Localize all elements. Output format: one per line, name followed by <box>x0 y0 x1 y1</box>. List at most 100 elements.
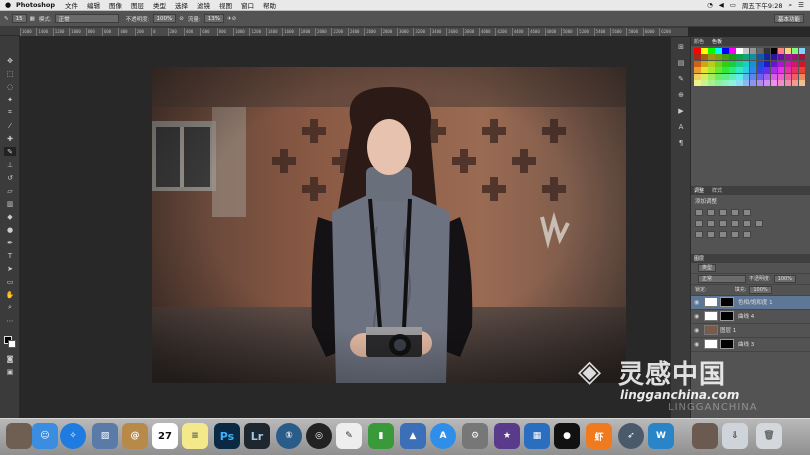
tab-layers[interactable]: 图层 <box>694 255 704 262</box>
safari-icon[interactable]: ✧ <box>60 423 86 449</box>
color-swatch[interactable] <box>791 73 799 80</box>
color-swatch[interactable] <box>791 79 799 86</box>
dvd-icon[interactable]: ◎ <box>306 423 332 449</box>
blend-mode-select[interactable]: 正常 <box>698 274 746 283</box>
menu-view[interactable]: 视图 <box>219 0 232 10</box>
layer-mask-thumb[interactable] <box>720 311 734 322</box>
color-swatch[interactable] <box>735 54 743 61</box>
apple-icon[interactable]: ● <box>0 1 16 9</box>
pressure-opacity-icon[interactable]: ⊘ <box>179 16 184 22</box>
color-swatch[interactable] <box>728 73 736 80</box>
properties-panel-icon[interactable]: ▤ <box>675 59 687 69</box>
color-swatch[interactable] <box>721 73 729 80</box>
brush-tool-icon[interactable]: ✎ <box>4 16 9 22</box>
color-swatch[interactable] <box>728 67 736 74</box>
menu-select[interactable]: 选择 <box>175 0 188 10</box>
color-swatch[interactable] <box>770 54 778 61</box>
eyedropper-tool-icon[interactable]: ⁄ <box>4 121 16 130</box>
color-swatch[interactable] <box>756 73 764 80</box>
color-swatch[interactable] <box>784 60 792 67</box>
color-swatch[interactable] <box>798 60 806 67</box>
color-swatch[interactable] <box>749 79 757 86</box>
color-swatch[interactable] <box>742 67 750 74</box>
spotlight-icon[interactable]: ⌕ <box>789 1 793 10</box>
hue-sat-icon[interactable] <box>695 219 703 227</box>
finder-icon[interactable]: ☺ <box>32 423 58 449</box>
brush-presets-panel-icon[interactable]: ✎ <box>675 75 687 85</box>
color-swatch[interactable] <box>700 73 708 80</box>
actions-panel-icon[interactable]: ▶ <box>675 107 687 117</box>
visibility-eye-icon[interactable]: ◉ <box>694 327 704 334</box>
marquee-tool-icon[interactable]: ⬚ <box>4 69 16 78</box>
crop-tool-icon[interactable]: ⌗ <box>4 108 16 117</box>
tab-color[interactable]: 颜色 <box>694 38 704 45</box>
opacity-input[interactable]: 100% <box>152 14 177 23</box>
swatches-grid[interactable] <box>691 46 810 88</box>
color-swatch[interactable] <box>714 48 722 54</box>
color-swatch[interactable] <box>721 48 729 54</box>
history-panel-icon[interactable]: ⊞ <box>675 43 687 53</box>
color-swatch[interactable] <box>728 60 736 67</box>
fill-input[interactable]: 100% <box>749 285 772 294</box>
screen-mode-icon[interactable]: ▣ <box>4 367 16 376</box>
tab-adjustments[interactable]: 调整 <box>694 187 704 194</box>
layer-row[interactable]: ◉ 色相/饱和度 1 <box>691 295 810 310</box>
menu-filter[interactable]: 滤镜 <box>197 0 210 10</box>
color-swatch[interactable] <box>756 48 764 54</box>
dock-photo-icon[interactable] <box>6 423 32 449</box>
appstore-icon[interactable]: A <box>430 423 456 449</box>
color-swatch[interactable] <box>749 73 757 80</box>
quick-mask-icon[interactable]: ◙ <box>4 354 16 363</box>
color-swatch[interactable] <box>707 73 715 80</box>
color-swatch[interactable] <box>770 60 778 67</box>
color-swatch[interactable] <box>791 67 799 74</box>
color-swatch[interactable] <box>763 73 771 80</box>
menu-edit[interactable]: 编辑 <box>87 0 100 10</box>
move-tool-icon[interactable]: ✥ <box>4 56 16 65</box>
contacts-icon[interactable]: @ <box>122 423 148 449</box>
lightroom-icon[interactable]: Lr <box>244 423 270 449</box>
color-swatch[interactable] <box>728 48 736 54</box>
document-canvas-photo[interactable] <box>152 67 626 383</box>
menu-file[interactable]: 文件 <box>65 0 78 10</box>
color-swatch[interactable] <box>784 67 792 74</box>
color-swatch[interactable] <box>707 67 715 74</box>
brush-size[interactable]: 15 <box>11 14 27 23</box>
tab-styles[interactable]: 样式 <box>712 187 722 194</box>
xiami-icon[interactable]: 虾 <box>586 423 612 449</box>
zoom-tool-icon[interactable]: ⌕ <box>4 303 16 312</box>
menu-layer[interactable]: 图层 <box>131 0 144 10</box>
color-swatch[interactable] <box>756 79 764 86</box>
color-swatch[interactable] <box>694 79 701 86</box>
color-swatch[interactable] <box>798 79 806 86</box>
color-swatch[interactable] <box>742 79 750 86</box>
flow-input[interactable]: 13% <box>203 14 224 23</box>
exposure-icon[interactable] <box>731 208 739 216</box>
menu-window[interactable]: 窗口 <box>241 0 254 10</box>
color-swatch[interactable] <box>700 79 708 86</box>
layer-mask-thumb[interactable] <box>720 339 734 350</box>
color-swatch[interactable] <box>777 79 785 86</box>
color-swatch[interactable] <box>694 54 701 61</box>
tab-swatches[interactable]: 色板 <box>712 38 722 45</box>
gradient-map-icon[interactable] <box>731 230 739 238</box>
color-swatch[interactable] <box>735 67 743 74</box>
photoshop-icon[interactable]: Ps <box>214 423 240 449</box>
color-swatch[interactable] <box>721 79 729 86</box>
dodge-tool-icon[interactable]: ● <box>4 225 16 234</box>
color-swatch[interactable] <box>763 79 771 86</box>
color-swatch[interactable] <box>742 60 750 67</box>
color-swatch[interactable] <box>749 54 757 61</box>
posterize-icon[interactable] <box>707 230 715 238</box>
color-swatch[interactable] <box>700 48 708 54</box>
clone-source-panel-icon[interactable]: ⊕ <box>675 91 687 101</box>
pen-tool-icon[interactable]: ✒ <box>4 238 16 247</box>
invert-icon[interactable] <box>695 230 703 238</box>
color-swatch[interactable] <box>721 54 729 61</box>
color-swatch[interactable] <box>784 73 792 80</box>
gradient-tool-icon[interactable]: ▥ <box>4 199 16 208</box>
bw-icon[interactable] <box>719 219 727 227</box>
color-swatch[interactable] <box>728 54 736 61</box>
brush-panel-icon[interactable]: ▦ <box>30 16 35 22</box>
color-swatch[interactable] <box>700 67 708 74</box>
